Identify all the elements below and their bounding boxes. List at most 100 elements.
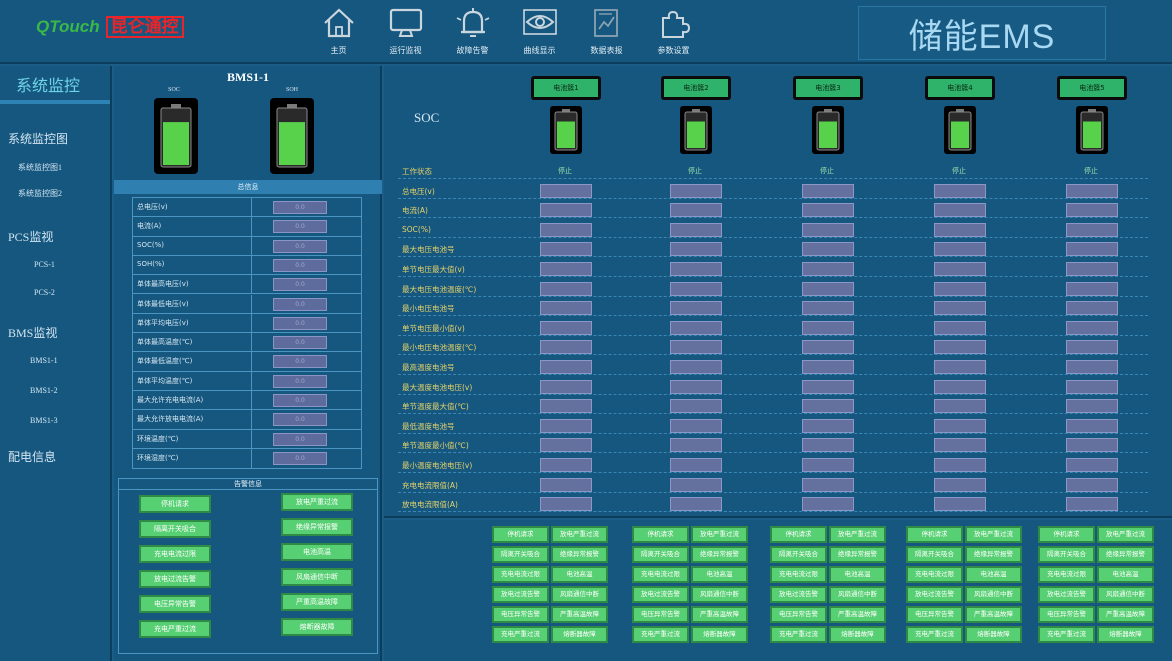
- cluster-alarm-indicator[interactable]: 电压异常告警: [1038, 606, 1095, 623]
- cluster-alarm-indicator[interactable]: 放电严重过流: [829, 526, 886, 543]
- sidebar-group-distribution[interactable]: 配电信息: [8, 448, 56, 465]
- cluster-alarm-indicator[interactable]: 电压异常告警: [906, 606, 963, 623]
- param-divider: [251, 429, 252, 448]
- alarm-indicator[interactable]: 隔离开关吸合: [139, 520, 211, 538]
- cluster-alarm-indicator[interactable]: 风扇通信中断: [551, 586, 608, 603]
- nav-param-settings[interactable]: 参数设置: [640, 4, 707, 60]
- cluster-alarm-indicator[interactable]: 熔断器故障: [1097, 626, 1154, 643]
- sidebar-item-bms1-3[interactable]: BMS1-3: [30, 416, 58, 425]
- cluster-alarm-indicator[interactable]: 停机请求: [632, 526, 689, 543]
- cluster-button[interactable]: 电池簇5: [1057, 76, 1127, 100]
- sidebar-group-system-monitor[interactable]: 系统监控图: [8, 130, 68, 147]
- alarm-indicator[interactable]: 风扇通信中断: [281, 568, 353, 586]
- cluster-alarm-indicator[interactable]: 隔离开关吸合: [632, 546, 689, 563]
- cluster-button[interactable]: 电池簇2: [661, 76, 731, 100]
- cluster-alarm-indicator[interactable]: 充电严重过流: [770, 626, 827, 643]
- cluster-alarm-indicator[interactable]: 放电严重过流: [551, 526, 608, 543]
- cluster-alarm-indicator[interactable]: 充电电流过限: [1038, 566, 1095, 583]
- alarm-indicator[interactable]: 放电严重过流: [281, 493, 353, 511]
- cluster-alarm-indicator[interactable]: 绝缘异常报警: [965, 546, 1022, 563]
- cluster-alarm-indicator[interactable]: 绝缘异常报警: [551, 546, 608, 563]
- nav-fault-alarm[interactable]: 故障告警: [439, 4, 506, 60]
- cluster-alarm-indicator[interactable]: 隔离开关吸合: [1038, 546, 1095, 563]
- alarm-indicator[interactable]: 充电电流过限: [139, 545, 211, 563]
- sidebar-item-pcs-2[interactable]: PCS-2: [34, 288, 55, 297]
- cluster-alarm-indicator[interactable]: 放电严重过流: [965, 526, 1022, 543]
- cluster-alarm-indicator[interactable]: 放电严重过流: [691, 526, 748, 543]
- cluster-alarm-indicator[interactable]: 充电电流过限: [632, 566, 689, 583]
- cluster-alarm-indicator[interactable]: 绝缘异常报警: [829, 546, 886, 563]
- cluster-alarm-indicator[interactable]: 风扇通信中断: [1097, 586, 1154, 603]
- alarm-indicator[interactable]: 熔断器故障: [281, 618, 353, 636]
- cluster-alarm-indicator[interactable]: 放电过流告警: [492, 586, 549, 603]
- cluster-alarm-indicator[interactable]: 放电严重过流: [1097, 526, 1154, 543]
- cluster-alarm-indicator[interactable]: 电池高温: [1097, 566, 1154, 583]
- alarm-indicator[interactable]: 电压异常告警: [139, 595, 211, 613]
- cluster-alarm-indicator[interactable]: 放电过流告警: [632, 586, 689, 603]
- sidebar-item-bms1-2[interactable]: BMS1-2: [30, 386, 58, 395]
- param-label: 最大允许充电电流(A): [137, 396, 204, 404]
- cluster-alarm-indicator[interactable]: 充电严重过流: [492, 626, 549, 643]
- sidebar-item-bms1-1[interactable]: BMS1-1: [30, 356, 58, 365]
- cluster-alarm-indicator[interactable]: 电池高温: [965, 566, 1022, 583]
- cluster-alarm-indicator[interactable]: 充电电流过限: [492, 566, 549, 583]
- cluster-alarm-indicator[interactable]: 严重高温故障: [691, 606, 748, 623]
- cluster-alarm-indicator[interactable]: 绝缘异常报警: [1097, 546, 1154, 563]
- cluster-alarm-indicator[interactable]: 严重高温故障: [1097, 606, 1154, 623]
- cluster-alarm-indicator[interactable]: 电池高温: [551, 566, 608, 583]
- cluster-alarm-indicator[interactable]: 风扇通信中断: [829, 586, 886, 603]
- sidebar-group-pcs[interactable]: PCS监视: [8, 228, 53, 245]
- alarm-indicator[interactable]: 严重高温故障: [281, 593, 353, 611]
- cluster-button[interactable]: 电池簇1: [531, 76, 601, 100]
- cluster-alarm-indicator[interactable]: 绝缘异常报警: [691, 546, 748, 563]
- cluster-alarm-indicator[interactable]: 严重高温故障: [829, 606, 886, 623]
- param-row: 总电压(v) 0.0: [133, 198, 361, 218]
- cluster-alarm-indicator[interactable]: 风扇通信中断: [965, 586, 1022, 603]
- sidebar-item-system-monitor-1[interactable]: 系统监控图1: [18, 162, 62, 173]
- alarm-indicator[interactable]: 停机请求: [139, 495, 211, 513]
- nav-run-monitor[interactable]: 运行监视: [372, 4, 439, 60]
- cluster-alarm-indicator[interactable]: 严重高温故障: [965, 606, 1022, 623]
- cluster-alarm-indicator[interactable]: 隔离开关吸合: [906, 546, 963, 563]
- cluster-alarm-indicator[interactable]: 放电过流告警: [770, 586, 827, 603]
- cluster-alarm-indicator[interactable]: 风扇通信中断: [691, 586, 748, 603]
- cluster-alarm-indicator[interactable]: 停机请求: [770, 526, 827, 543]
- cluster-alarm-indicator[interactable]: 充电电流过限: [770, 566, 827, 583]
- cluster-alarm-indicator[interactable]: 熔断器故障: [551, 626, 608, 643]
- cluster-soc-gauge: [680, 106, 712, 154]
- cluster-alarm-indicator[interactable]: 停机请求: [1038, 526, 1095, 543]
- param-divider: [251, 198, 252, 217]
- cluster-alarm-indicator[interactable]: 熔断器故障: [829, 626, 886, 643]
- nav-home[interactable]: 主页: [305, 4, 372, 60]
- cluster-button[interactable]: 电池簇3: [793, 76, 863, 100]
- nav-data-report[interactable]: 数据表报: [573, 4, 640, 60]
- cluster-alarm-indicator[interactable]: 充电严重过流: [1038, 626, 1095, 643]
- alarm-indicator[interactable]: 绝缘异常报警: [281, 518, 353, 536]
- sidebar-item-system-monitor-2[interactable]: 系统监控图2: [18, 188, 62, 199]
- cluster-alarm-indicator[interactable]: 严重高温故障: [551, 606, 608, 623]
- param-row: 单体最高温度(℃) 0.0: [133, 333, 361, 353]
- alarm-indicator[interactable]: 充电严重过流: [139, 620, 211, 638]
- cluster-alarm-indicator[interactable]: 电池高温: [691, 566, 748, 583]
- cluster-alarm-indicator[interactable]: 停机请求: [906, 526, 963, 543]
- cluster-alarm-indicator[interactable]: 电压异常告警: [632, 606, 689, 623]
- cluster-alarm-indicator[interactable]: 熔断器故障: [691, 626, 748, 643]
- alarm-indicator[interactable]: 电池高温: [281, 543, 353, 561]
- cluster-button[interactable]: 电池簇4: [925, 76, 995, 100]
- sidebar-item-pcs-1[interactable]: PCS-1: [34, 260, 55, 269]
- cluster-alarm-indicator[interactable]: 隔离开关吸合: [492, 546, 549, 563]
- sidebar-group-bms[interactable]: BMS监视: [8, 324, 57, 341]
- cluster-alarm-indicator[interactable]: 电池高温: [829, 566, 886, 583]
- cluster-alarm-indicator[interactable]: 电压异常告警: [770, 606, 827, 623]
- nav-curve-display[interactable]: 曲线显示: [506, 4, 573, 60]
- cluster-alarm-indicator[interactable]: 熔断器故障: [965, 626, 1022, 643]
- cluster-alarm-indicator[interactable]: 隔离开关吸合: [770, 546, 827, 563]
- cluster-alarm-indicator[interactable]: 放电过流告警: [906, 586, 963, 603]
- cluster-alarm-indicator[interactable]: 停机请求: [492, 526, 549, 543]
- cluster-alarm-indicator[interactable]: 电压异常告警: [492, 606, 549, 623]
- alarm-indicator[interactable]: 放电过流告警: [139, 570, 211, 588]
- cluster-alarm-indicator[interactable]: 充电严重过流: [906, 626, 963, 643]
- cluster-alarm-indicator[interactable]: 充电电流过限: [906, 566, 963, 583]
- cluster-alarm-indicator[interactable]: 充电严重过流: [632, 626, 689, 643]
- cluster-alarm-indicator[interactable]: 放电过流告警: [1038, 586, 1095, 603]
